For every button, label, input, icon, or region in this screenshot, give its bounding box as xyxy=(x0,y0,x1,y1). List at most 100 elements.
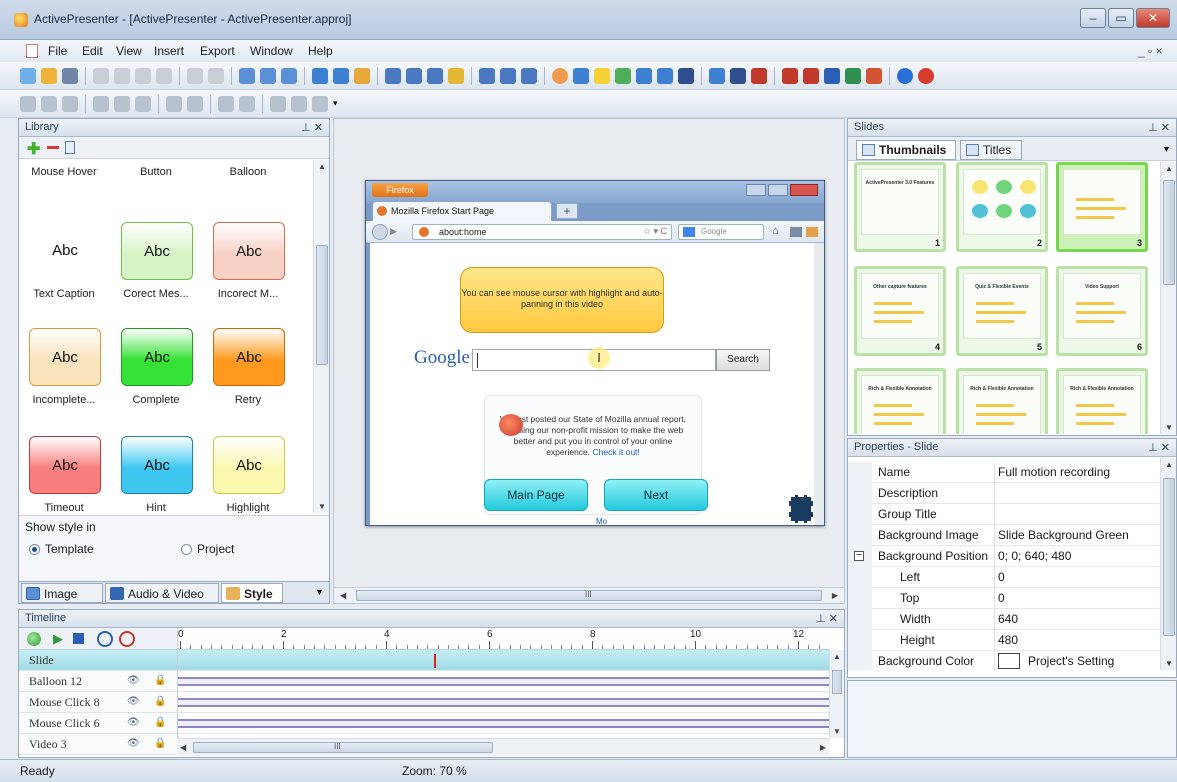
panel-pin-close-icon[interactable]: ⊥ ✕ xyxy=(1148,441,1170,454)
zoom-in-icon[interactable] xyxy=(239,67,255,84)
project-radio-label[interactable]: Project xyxy=(197,542,234,556)
menu-insert[interactable]: Insert xyxy=(154,44,184,58)
tab-image[interactable]: Image xyxy=(21,583,103,603)
export-pdf-icon[interactable] xyxy=(782,67,798,84)
timeline-row-label[interactable]: Mouse Click 6 👁 🔒 xyxy=(19,713,177,734)
scroll-left-icon[interactable]: ◀ xyxy=(180,743,186,752)
scroll-down-icon[interactable]: ▼ xyxy=(833,727,841,736)
style-tile[interactable]: Abc xyxy=(29,436,101,494)
tabs-overflow-icon[interactable]: ▼ xyxy=(315,587,324,597)
style-tile[interactable]: Abc xyxy=(29,222,101,280)
visibility-lock-icons[interactable]: 👁 🔒 xyxy=(127,675,173,686)
cut-icon[interactable] xyxy=(93,67,109,84)
import-icon[interactable] xyxy=(354,67,370,84)
slides-scroll-thumb[interactable] xyxy=(1163,180,1175,285)
same-height-icon[interactable] xyxy=(239,95,255,112)
timeline-row-label[interactable]: Video 3 👁 🔒 xyxy=(19,734,177,755)
send-back-icon[interactable] xyxy=(312,95,328,112)
timeline-properties-icon[interactable] xyxy=(27,632,41,646)
template-radio[interactable] xyxy=(29,544,40,555)
scroll-down-icon[interactable]: ▼ xyxy=(1165,659,1173,668)
collapse-icon[interactable]: − xyxy=(854,551,864,561)
template-radio-label[interactable]: Template xyxy=(45,542,94,556)
export-flash-icon[interactable] xyxy=(803,67,819,84)
align-top-icon[interactable] xyxy=(93,95,109,112)
minimize-button[interactable]: – xyxy=(1080,8,1106,28)
timeline-row-label[interactable]: Mouse Click 8 👁 🔒 xyxy=(19,692,177,713)
slides-menu-icon[interactable]: ▼ xyxy=(1162,144,1171,154)
play-icon[interactable]: ▶ xyxy=(53,631,63,647)
properties-icon[interactable] xyxy=(65,141,75,154)
timeline-hscroll-thumb[interactable]: III xyxy=(193,742,493,753)
timeline-track[interactable] xyxy=(177,650,829,671)
text-caption-icon[interactable] xyxy=(406,67,422,84)
property-row[interactable]: Height 480 xyxy=(848,630,1160,651)
style-tile[interactable]: Abc xyxy=(121,328,193,386)
mdi-window-controls[interactable]: _ ▫ × xyxy=(1138,44,1163,58)
distribute-vertical-icon[interactable] xyxy=(187,95,203,112)
capture-icon[interactable] xyxy=(312,67,328,84)
question-icon[interactable] xyxy=(730,67,746,84)
style-tile[interactable]: Abc xyxy=(121,436,193,494)
redo-icon[interactable] xyxy=(208,67,224,84)
add-icon[interactable]: ✚ xyxy=(27,139,40,159)
tab-audio-video[interactable]: Audio & Video xyxy=(105,583,219,603)
zoom-out-icon[interactable] xyxy=(281,67,297,84)
scroll-down-icon[interactable]: ▼ xyxy=(318,502,326,511)
slides-scrollbar[interactable]: ▲ ▼ xyxy=(1160,162,1176,434)
video-object-icon[interactable] xyxy=(789,495,813,523)
zoom-fit-icon[interactable] xyxy=(260,67,276,84)
copy-icon[interactable] xyxy=(114,67,130,84)
style-tile[interactable]: Abc xyxy=(29,328,101,386)
timeline-ruler[interactable]: 0 2 4 6 8 10 12 xyxy=(177,628,829,650)
mouse-action-icon[interactable] xyxy=(385,67,401,84)
slide-canvas[interactable]: Firefox Mozilla Firefox Start Page + ▶ a… xyxy=(333,118,845,604)
style-tile[interactable]: Abc xyxy=(213,222,285,280)
timeline-track[interactable] xyxy=(177,671,829,692)
visibility-lock-icons[interactable]: 👁 🔒 xyxy=(127,738,173,749)
info-icon[interactable] xyxy=(897,67,913,84)
browser-screenshot[interactable]: Firefox Mozilla Firefox Start Page + ▶ a… xyxy=(365,180,825,526)
property-row[interactable]: Name Full motion recording xyxy=(848,462,1160,483)
playhead[interactable] xyxy=(434,654,436,668)
help-icon[interactable] xyxy=(918,67,934,84)
property-value[interactable]: Slide Background Green xyxy=(998,528,1129,542)
menu-export[interactable]: Export xyxy=(200,44,235,58)
property-value[interactable]: 0 xyxy=(998,591,1005,605)
slide-thumbnail[interactable]: 2 xyxy=(956,162,1048,252)
bring-front-icon[interactable] xyxy=(291,95,307,112)
property-value[interactable]: Full motion recording xyxy=(998,465,1110,479)
library-scrollbar[interactable]: ▲ ▼ xyxy=(313,160,329,513)
shape-icon[interactable] xyxy=(552,67,568,84)
export-word-icon[interactable] xyxy=(824,67,840,84)
text-tool-icon[interactable] xyxy=(573,67,589,84)
callout-balloon[interactable]: You can see mouse cursor with highlight … xyxy=(460,267,664,333)
image-insert-icon[interactable] xyxy=(615,67,631,84)
align-center-icon[interactable] xyxy=(41,95,57,112)
style-tile[interactable]: Abc xyxy=(121,222,193,280)
property-row[interactable]: Left 0 xyxy=(848,567,1160,588)
timeline-hscroll[interactable]: ◀ III ▶ xyxy=(177,738,829,756)
visibility-lock-icons[interactable]: 👁 🔒 xyxy=(127,696,173,707)
align-right-icon[interactable] xyxy=(62,95,78,112)
main-page-button[interactable]: Main Page xyxy=(484,479,588,511)
menu-file[interactable]: File xyxy=(48,44,67,58)
property-row[interactable]: Group Title xyxy=(848,504,1160,525)
export-icon[interactable] xyxy=(751,67,767,84)
scroll-up-icon[interactable]: ▲ xyxy=(318,162,326,171)
property-value[interactable]: 0 xyxy=(998,570,1005,584)
scroll-up-icon[interactable]: ▲ xyxy=(1165,164,1173,173)
undo-icon[interactable] xyxy=(187,67,203,84)
slide-thumbnail[interactable]: 3 xyxy=(1056,162,1148,252)
property-row[interactable]: Background Image Slide Background Green xyxy=(848,525,1160,546)
tab-thumbnails[interactable]: Thumbnails xyxy=(856,140,956,160)
timeline-object-bar[interactable] xyxy=(178,677,829,686)
tab-titles[interactable]: Titles xyxy=(960,140,1022,160)
slide-thumbnail[interactable]: Rich & Flexible Annotation9 xyxy=(1056,368,1148,434)
timeline-row-label[interactable]: Balloon 12 👁 🔒 xyxy=(19,671,177,692)
delete-icon[interactable] xyxy=(156,67,172,84)
zoom-out-timeline-icon[interactable] xyxy=(119,631,135,647)
property-row[interactable]: Top 0 xyxy=(848,588,1160,609)
slide-thumbnail[interactable]: Quiz & Flexible Events 5 xyxy=(956,266,1048,356)
export-excel-icon[interactable] xyxy=(845,67,861,84)
